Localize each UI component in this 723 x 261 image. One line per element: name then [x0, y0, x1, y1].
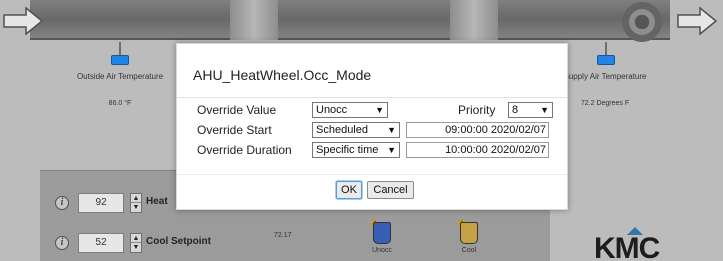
override-duration-label: Override Duration	[197, 143, 292, 157]
cancel-button[interactable]: Cancel	[367, 181, 414, 199]
priority-label: Priority	[458, 103, 496, 117]
priority-selected: 8	[512, 104, 519, 116]
divider	[177, 97, 567, 98]
override-start-datetime-input[interactable]: 09:00:00 2020/02/07	[406, 122, 549, 138]
override-start-label: Override Start	[197, 123, 272, 137]
override-value-selected: Unocc	[316, 104, 348, 116]
chevron-down-icon: ▼	[540, 105, 549, 115]
override-start-select[interactable]: Scheduled ▼	[312, 122, 400, 138]
override-duration-selected: Specific time	[316, 144, 379, 156]
override-start-selected: Scheduled	[316, 124, 368, 136]
override-duration-select[interactable]: Specific time ▼	[312, 142, 400, 158]
override-dialog: AHU_HeatWheel.Occ_Mode Override Value Un…	[176, 43, 568, 210]
override-value-label: Override Value	[197, 103, 277, 117]
chevron-down-icon: ▼	[387, 145, 396, 155]
chevron-down-icon: ▼	[387, 125, 396, 135]
ok-button[interactable]: OK	[336, 181, 362, 199]
divider	[177, 174, 567, 175]
dialog-title: AHU_HeatWheel.Occ_Mode	[193, 67, 372, 83]
priority-select[interactable]: 8 ▼	[508, 102, 553, 118]
chevron-down-icon: ▼	[375, 105, 384, 115]
override-duration-datetime-input[interactable]: 10:00:00 2020/02/07	[406, 142, 549, 158]
override-value-select[interactable]: Unocc ▼	[312, 102, 388, 118]
